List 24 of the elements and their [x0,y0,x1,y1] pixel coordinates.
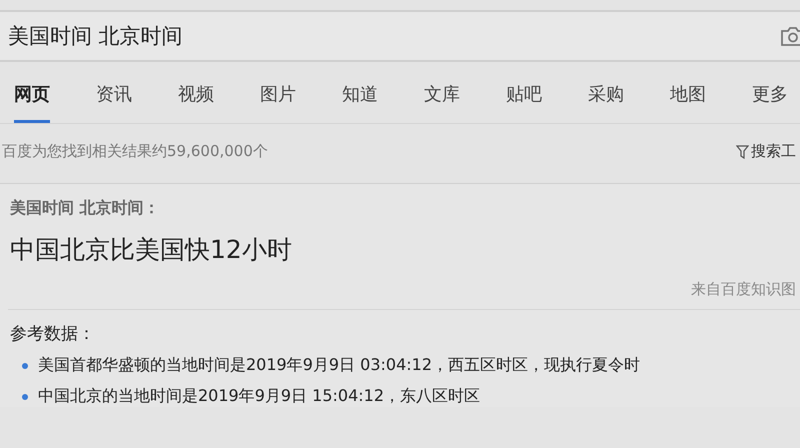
bullet-icon [22,394,28,400]
search-query: 美国时间 北京时间 [8,23,183,50]
tab[interactable]: 更多 [752,74,788,123]
answer-source: 来自百度知识图 [691,280,796,299]
search-tools-button[interactable]: 搜索工 [736,142,796,161]
tab[interactable]: 采购 [588,74,624,123]
filter-icon [736,144,749,158]
tab[interactable]: 视频 [178,74,214,123]
tab[interactable]: 网页 [14,74,50,123]
tab[interactable]: 知道 [342,74,378,123]
tab[interactable]: 地图 [670,74,706,123]
answer-text: 中国北京比美国快12小时 [10,234,293,266]
tab[interactable]: 资讯 [96,74,132,123]
tab[interactable]: 贴吧 [506,74,542,123]
tab[interactable]: 图片 [260,74,296,123]
reference-item: 中国北京的当地时间是2019年9月9日 15:04:12，东八区时区 [38,386,480,407]
bullet-icon [22,362,28,368]
result-count: 百度为您找到相关结果约59,600,000个 [2,142,268,161]
reference-title: 参考数据： [10,323,96,345]
search-field[interactable]: 美国时间 北京时间 [0,10,800,62]
reference-item: 美国首都华盛顿的当地时间是2019年9月9日 03:04:12，西五区时区，现执行夏令时 [38,355,640,376]
camera-icon[interactable] [780,25,800,47]
answer-query: 美国时间 北京时间： [10,198,161,219]
tab[interactable]: 文库 [424,74,460,123]
